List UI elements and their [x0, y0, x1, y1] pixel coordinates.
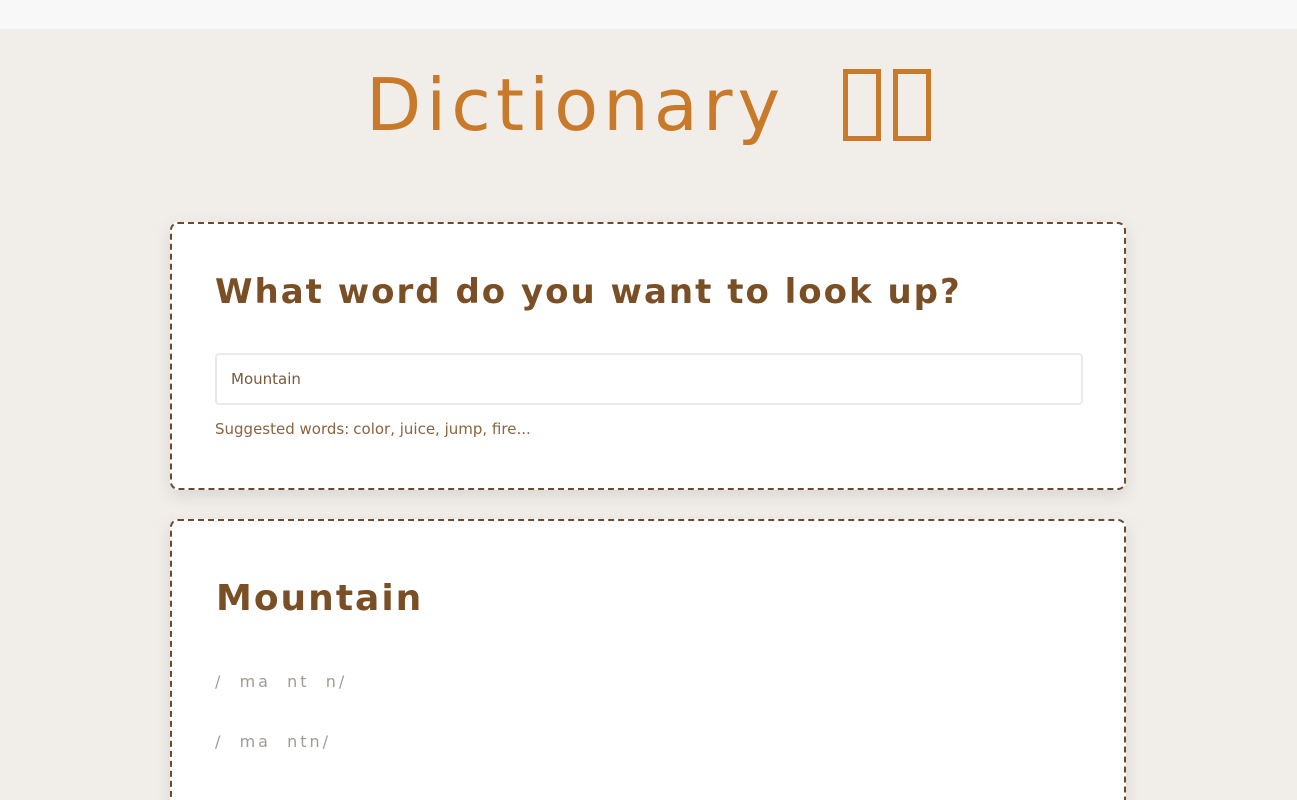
search-heading: What word do you want to look up? [215, 272, 962, 312]
browser-top-bar [0, 0, 1297, 29]
suggested-words: Suggested words: color, juice, jump, fire… [215, 420, 531, 438]
sparkle-emoji-icon [893, 69, 932, 141]
search-card: What word do you want to look up? Sugges… [170, 222, 1126, 490]
phonetic-us: / ma ntn/ [215, 732, 332, 751]
result-word-title: Mountain [216, 578, 424, 619]
book-emoji-icon [843, 69, 882, 141]
search-input[interactable] [215, 353, 1083, 405]
phonetic-uk: / ma nt n/ [215, 672, 348, 691]
page-title: Dictionary [365, 63, 786, 147]
result-card: Mountain / ma nt n/ / ma ntn/ [170, 519, 1126, 800]
suggested-words-list: color, juice, jump, fire... [353, 420, 531, 438]
suggested-words-label: Suggested words: [215, 420, 350, 438]
page-header: Dictionary [0, 60, 1297, 170]
